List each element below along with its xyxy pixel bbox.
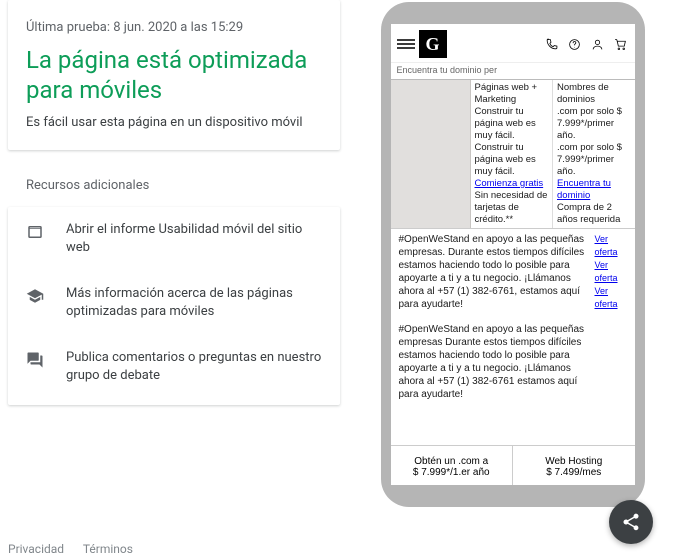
col3-line: .com por solo $ 7.999*/primer año.	[557, 142, 631, 178]
col2-line: Construir tu página web es muy fácil.	[475, 142, 549, 178]
resources-list: Abrir el informe Usabilidad móvil del si…	[8, 207, 340, 405]
resource-item-learn[interactable]: Más información acerca de las páginas op…	[8, 271, 340, 335]
preview-body: #OpenWeStand en apoyo a las pequeñas emp…	[391, 229, 635, 417]
see-offer-link[interactable]: Ver oferta	[595, 233, 627, 259]
col2-heading: Páginas web + Marketing	[475, 82, 549, 106]
cart-icon[interactable]	[614, 38, 627, 51]
preview-columns: Páginas web + Marketing Construir tu pág…	[391, 80, 635, 229]
site-logo[interactable]: G	[419, 30, 447, 58]
result-subtext: Es fácil usar esta página en un disposit…	[26, 115, 322, 130]
col3-link[interactable]: Encuentra tu dominio	[557, 178, 611, 201]
share-fab[interactable]	[609, 500, 653, 544]
preview-header: G	[391, 24, 635, 62]
user-icon[interactable]	[591, 38, 604, 51]
resources-title: Recursos adicionales	[8, 174, 340, 207]
preview-paragraph: #OpenWeStand en apoyo a las pequeñas emp…	[399, 233, 591, 311]
menu-icon[interactable]	[397, 37, 415, 51]
resource-item-label: Más información acerca de las páginas op…	[66, 285, 322, 321]
forum-icon	[26, 351, 44, 369]
web-report-icon	[26, 223, 44, 241]
see-offer-link[interactable]: Ver oferta	[595, 285, 627, 311]
col3-heading: Nombres de dominios	[557, 82, 631, 106]
last-test-timestamp: Última prueba: 8 jun. 2020 a las 15:29	[26, 20, 322, 35]
share-icon	[621, 512, 641, 532]
resource-item-label: Abrir el informe Usabilidad móvil del si…	[66, 221, 322, 257]
col2-line: Sin necesidad de tarjetas de crédito.**	[475, 190, 549, 226]
result-headline: La página está optimizada para móviles	[26, 45, 322, 105]
preview-offers: Obtén un .com a $ 7.999*/1.er año Web Ho…	[391, 445, 635, 485]
col3-line: Compra de 2 años requerida	[557, 202, 631, 226]
col3-line: .com por solo $ 7.999*/primer año.	[557, 106, 631, 142]
preview-paragraph: #OpenWeStand en apoyo a las pequeñas emp…	[399, 323, 591, 401]
col2-link[interactable]: Comienza gratis	[475, 178, 544, 189]
see-offer-link[interactable]: Ver oferta	[595, 259, 627, 285]
phone-preview-frame: G Encuentra tu dominio per Páginas web +…	[381, 2, 645, 507]
col2-line: Construir tu página web es muy fácil.	[475, 106, 549, 142]
preview-search-bar[interactable]: Encuentra tu dominio per	[391, 62, 635, 80]
result-card: Última prueba: 8 jun. 2020 a las 15:29 L…	[8, 0, 340, 150]
resource-item-report[interactable]: Abrir el informe Usabilidad móvil del si…	[8, 207, 340, 271]
resource-item-label: Publica comentarios o preguntas en nuest…	[66, 349, 322, 385]
phone-preview-screen: G Encuentra tu dominio per Páginas web +…	[391, 24, 635, 485]
resource-item-forum[interactable]: Publica comentarios o preguntas en nuest…	[8, 335, 340, 399]
offer-hosting[interactable]: Web Hosting $ 7.499/mes	[513, 446, 635, 485]
offer-domain[interactable]: Obtén un .com a $ 7.999*/1.er año	[391, 446, 514, 485]
help-icon[interactable]	[568, 38, 581, 51]
school-icon	[26, 287, 44, 305]
phone-icon[interactable]	[545, 38, 558, 51]
